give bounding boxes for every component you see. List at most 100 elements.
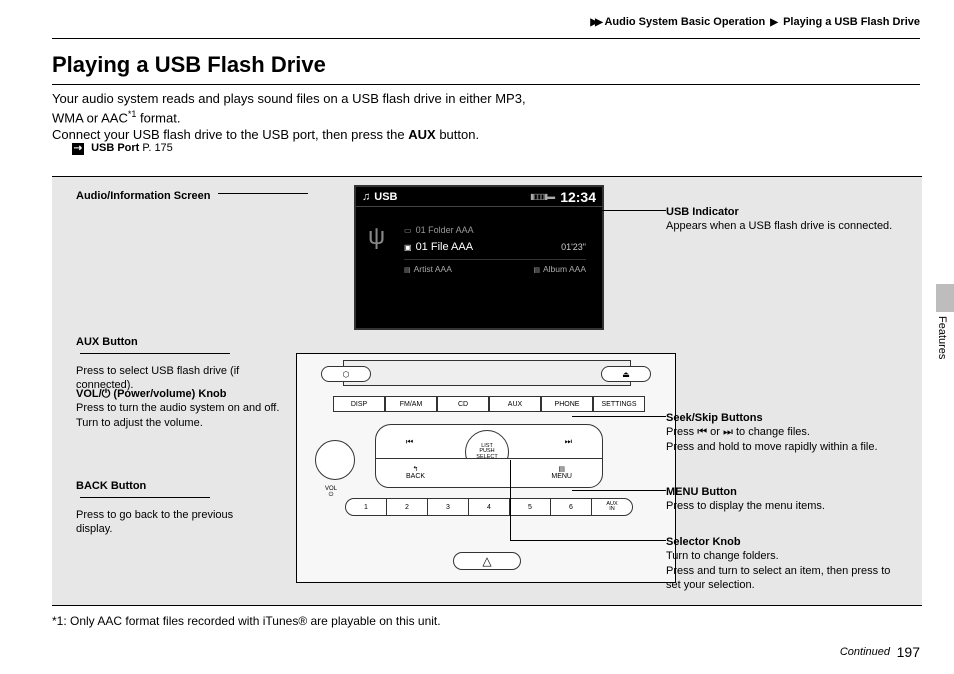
breadcrumb-section: Audio System Basic Operation — [604, 16, 765, 28]
text: BACK — [406, 473, 425, 480]
preset-3: 3 — [428, 499, 469, 515]
text: IN — [609, 507, 615, 512]
page-title: Playing a USB Flash Drive — [52, 52, 326, 78]
continued-label: Continued — [840, 646, 890, 658]
callout-usb-indicator: USB Indicator Appears when a USB flash d… — [666, 205, 896, 234]
callout-body: Appears when a USB flash drive is connec… — [666, 220, 892, 232]
preset-6: 6 — [551, 499, 592, 515]
text: or — [707, 426, 723, 438]
folder-icon — [404, 225, 416, 235]
power-icon: ⏻ — [329, 492, 334, 498]
callout-heading: MENU Button — [666, 486, 737, 498]
callout-aux: AUX Button Press to select USB flash dri… — [76, 335, 276, 392]
callout-audio-screen: Audio/Information Screen — [76, 189, 308, 203]
callout-body: Press to go back to the previous display… — [76, 509, 233, 535]
prev-track-icon: ⏮ — [406, 437, 413, 447]
usb-icon: ψ — [368, 223, 385, 251]
text: to change files. — [733, 426, 810, 438]
callout-body: Press to display the menu items. — [666, 500, 825, 512]
leader-line — [80, 497, 210, 503]
breadcrumb-topic: Playing a USB Flash Drive — [783, 16, 920, 28]
callout-seek: Seek/Skip Buttons Press ⏮ or ⏭ to change… — [666, 411, 901, 454]
callout-heading: AUX Button — [76, 336, 138, 348]
file-name: 01 File AAA — [416, 241, 473, 253]
leader-line — [572, 416, 666, 417]
hazard-button: △ — [453, 552, 521, 570]
folder-name: 01 Folder AAA — [416, 225, 474, 235]
audio-screen: ♫ USB ▮▯▯▯▮▬ 12:34 ψ 01 Folder AAA ▣ 01 F… — [354, 185, 604, 330]
callout-body: Turn to change folders. — [666, 550, 779, 562]
side-tab: Features — [936, 316, 948, 359]
file-icon: ▣ — [404, 243, 412, 252]
footnote: *1: Only AAC format files recorded with … — [52, 614, 441, 628]
text: VOL/ — [76, 388, 102, 400]
callout-heading: BACK Button — [76, 480, 146, 492]
callout-body: Press and hold to move rapidly within a … — [666, 441, 878, 453]
album-label: Album AAA — [543, 264, 586, 274]
preset-5: 5 — [510, 499, 551, 515]
xref-page: P. 175 — [142, 142, 172, 154]
preset-4: 4 — [469, 499, 510, 515]
artist-icon — [404, 264, 414, 274]
music-note-icon: ♫ — [362, 191, 370, 203]
callout-body: Turn to adjust the volume. — [76, 417, 203, 429]
xref-label: USB Port — [91, 142, 139, 154]
divider — [52, 84, 920, 85]
preset-2: 2 — [387, 499, 428, 515]
callout-menu: MENU Button Press to display the menu it… — [666, 485, 896, 514]
callout-selector: Selector Knob Turn to change folders. Pr… — [666, 535, 906, 592]
breadcrumb: ▶▶ Audio System Basic Operation ▶ Playin… — [590, 16, 920, 28]
phone-button: PHONE — [541, 396, 593, 412]
cross-reference[interactable]: ⇢ USB Port P. 175 — [72, 142, 173, 155]
leader-line — [510, 540, 666, 541]
cd-button: CD — [437, 396, 489, 412]
knob-button: ⬡ — [321, 366, 371, 382]
callout-body: Press and turn to select an item, then p… — [666, 565, 890, 591]
text: Connect your USB flash drive to the USB … — [52, 127, 408, 142]
volume-knob — [315, 440, 355, 480]
side-tab-marker — [936, 284, 954, 312]
text: button. — [436, 127, 479, 142]
clock: 12:34 — [560, 189, 596, 205]
next-track-icon: ⏭ — [723, 426, 733, 438]
menu-button: ▤ MENU — [551, 466, 572, 480]
eject-button: ⏏ — [601, 366, 651, 382]
source-label: USB — [374, 191, 397, 203]
leader-line — [510, 460, 511, 540]
settings-button: SETTINGS — [593, 396, 645, 412]
signal-icon: ▮▯▯▯▮▬ — [530, 192, 554, 201]
disp-button: DISP — [333, 396, 385, 412]
next-track-icon: ⏭ — [565, 437, 572, 447]
aux-button: AUX — [489, 396, 541, 412]
xref-icon: ⇢ — [72, 143, 84, 155]
album-icon — [533, 264, 543, 274]
back-icon: ↰ — [413, 466, 419, 473]
menu-icon: ▤ — [558, 466, 565, 473]
fmam-button: FM/AM — [385, 396, 437, 412]
text: (Power/volume) Knob — [110, 388, 226, 400]
text-bold: AUX — [408, 127, 435, 142]
leader-line — [448, 210, 666, 211]
callout-heading: Audio/Information Screen — [76, 190, 210, 202]
aux-in-jack: AUX IN — [592, 499, 632, 515]
artist-label: Artist AAA — [414, 264, 452, 274]
mode-row: DISP FM/AM CD AUX PHONE SETTINGS — [333, 396, 645, 412]
text: format. — [136, 110, 180, 125]
preset-row: 1 2 3 4 5 6 AUX IN — [345, 498, 633, 516]
chevrons-icon: ▶▶ — [590, 17, 599, 28]
text: Press — [666, 426, 697, 438]
divider — [52, 38, 920, 39]
intro-paragraph: Your audio system reads and plays sound … — [52, 90, 874, 144]
prev-track-icon: ⏮ — [697, 426, 707, 438]
callout-body: Press to turn the audio system on and of… — [76, 402, 279, 414]
preset-1: 1 — [346, 499, 387, 515]
text: Your audio system reads and plays sound … — [52, 91, 526, 106]
stereo-diagram: ⬡ ⏏ DISP FM/AM CD AUX PHONE SETTINGS ⏮ ⏭… — [296, 353, 676, 583]
chevron-icon: ▶ — [770, 17, 778, 28]
figure-container: ♫ USB ▮▯▯▯▮▬ 12:34 ψ 01 Folder AAA ▣ 01 F… — [52, 176, 922, 606]
volume-label: VOL ⏻ — [325, 486, 337, 499]
callout-heading: Selector Knob — [666, 536, 741, 548]
elapsed-time: 01'23" — [561, 242, 586, 252]
callout-heading: USB Indicator — [666, 206, 739, 218]
leader-line — [80, 353, 230, 359]
